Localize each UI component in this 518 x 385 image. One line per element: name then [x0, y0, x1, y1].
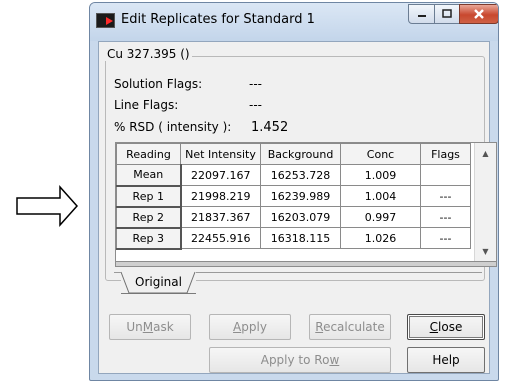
minimize-icon: [417, 15, 426, 17]
close-button[interactable]: Close: [407, 314, 485, 340]
close-icon: [474, 9, 484, 19]
unmask-accel: M: [142, 320, 154, 334]
cell-net-intensity[interactable]: 22455.916: [180, 227, 261, 249]
table-row[interactable]: Rep 3 22455.916 16318.115 1.026 ---: [116, 227, 471, 250]
apply-to-row-label-pre: Apply to Ro: [260, 353, 330, 367]
cell-flags[interactable]: ---: [420, 227, 471, 249]
apply-button[interactable]: Apply: [209, 314, 291, 340]
cell-flags[interactable]: [420, 164, 471, 186]
replicates-table: Reading Net Intensity Background Conc Fl…: [116, 143, 471, 250]
recalculate-accel: R: [315, 320, 324, 334]
column-header-flags[interactable]: Flags: [420, 143, 471, 165]
recalculate-label-post: ecalculate: [323, 320, 385, 334]
solution-flags-label: Solution Flags:: [114, 77, 203, 91]
line-flags-value: ---: [249, 98, 262, 112]
row-header-rep-2[interactable]: Rep 2: [116, 206, 182, 229]
maximize-button[interactable]: [434, 4, 460, 24]
cell-net-intensity[interactable]: 22097.167: [180, 164, 261, 186]
recalculate-button[interactable]: Recalculate: [309, 314, 391, 340]
minimize-button[interactable]: [408, 4, 435, 24]
table-row[interactable]: Rep 2 21837.367 16203.079 0.997 ---: [116, 206, 471, 229]
cell-conc[interactable]: 1.004: [340, 185, 421, 207]
replicates-grid[interactable]: Reading Net Intensity Background Conc Fl…: [115, 142, 497, 264]
table-row[interactable]: Rep 1 21998.219 16239.989 1.004 ---: [116, 185, 471, 208]
cell-conc[interactable]: 1.009: [340, 164, 421, 186]
rsd-label: % RSD ( intensity ):: [114, 120, 232, 134]
table-row[interactable]: Mean 22097.167 16253.728 1.009: [116, 164, 471, 187]
tab-original-label: Original: [135, 275, 182, 289]
line-flags-label: Line Flags:: [114, 98, 179, 112]
group-title: Cu 327.395 (): [105, 47, 192, 61]
app-icon[interactable]: [96, 13, 115, 28]
close-label-post: lose: [438, 320, 463, 334]
cell-background[interactable]: 16318.115: [260, 227, 341, 249]
horizontal-scrollbar[interactable]: [115, 261, 497, 267]
scroll-up-icon[interactable]: ▲: [475, 145, 496, 163]
title-bar[interactable]: Edit Replicates for Standard 1: [90, 3, 498, 41]
window-title: Edit Replicates for Standard 1: [121, 12, 315, 27]
rsd-value: 1.452: [251, 120, 289, 135]
edit-replicates-window: Edit Replicates for Standard 1 Cu 327.39…: [89, 2, 499, 381]
maximize-icon: [442, 9, 452, 18]
cell-conc[interactable]: 0.997: [340, 206, 421, 228]
cell-background[interactable]: 16239.989: [260, 185, 341, 207]
close-accel: C: [429, 320, 439, 334]
solution-flags-value: ---: [249, 77, 262, 91]
cell-flags[interactable]: ---: [420, 206, 471, 228]
help-label: Help: [432, 353, 460, 367]
cell-net-intensity[interactable]: 21998.219: [180, 185, 261, 207]
column-header-background[interactable]: Background: [260, 143, 341, 165]
apply-to-row-accel: w: [329, 353, 340, 367]
column-header-reading[interactable]: Reading: [116, 143, 181, 165]
column-header-conc[interactable]: Conc: [340, 143, 421, 165]
column-header-net-intensity[interactable]: Net Intensity: [180, 143, 261, 165]
right-arrow-icon: [16, 185, 78, 227]
unmask-label-post: ask: [153, 320, 174, 334]
tab-original[interactable]: Original: [121, 271, 196, 294]
cell-background[interactable]: 16203.079: [260, 206, 341, 228]
cell-conc[interactable]: 1.026: [340, 227, 421, 249]
row-header-rep-3[interactable]: Rep 3: [116, 227, 182, 250]
cell-net-intensity[interactable]: 21837.367: [180, 206, 261, 228]
cell-flags[interactable]: ---: [420, 185, 471, 207]
scroll-down-icon[interactable]: ▼: [475, 243, 496, 261]
help-button[interactable]: Help: [407, 347, 485, 373]
cell-background[interactable]: 16253.728: [260, 164, 341, 186]
row-header-mean[interactable]: Mean: [116, 164, 182, 187]
unmask-button[interactable]: UnMask: [109, 314, 191, 340]
unmask-label-pre: Un: [126, 320, 143, 334]
vertical-scrollbar[interactable]: ▲ ▼: [474, 143, 496, 263]
dialog-client-area: Cu 327.395 () Solution Flags: --- Line F…: [98, 41, 497, 374]
apply-to-row-button[interactable]: Apply to Row: [209, 347, 391, 373]
row-header-rep-1[interactable]: Rep 1: [116, 185, 182, 208]
close-window-button[interactable]: [459, 4, 498, 24]
apply-label-post: pply: [241, 320, 267, 334]
grid-header-row: Reading Net Intensity Background Conc Fl…: [116, 143, 471, 165]
